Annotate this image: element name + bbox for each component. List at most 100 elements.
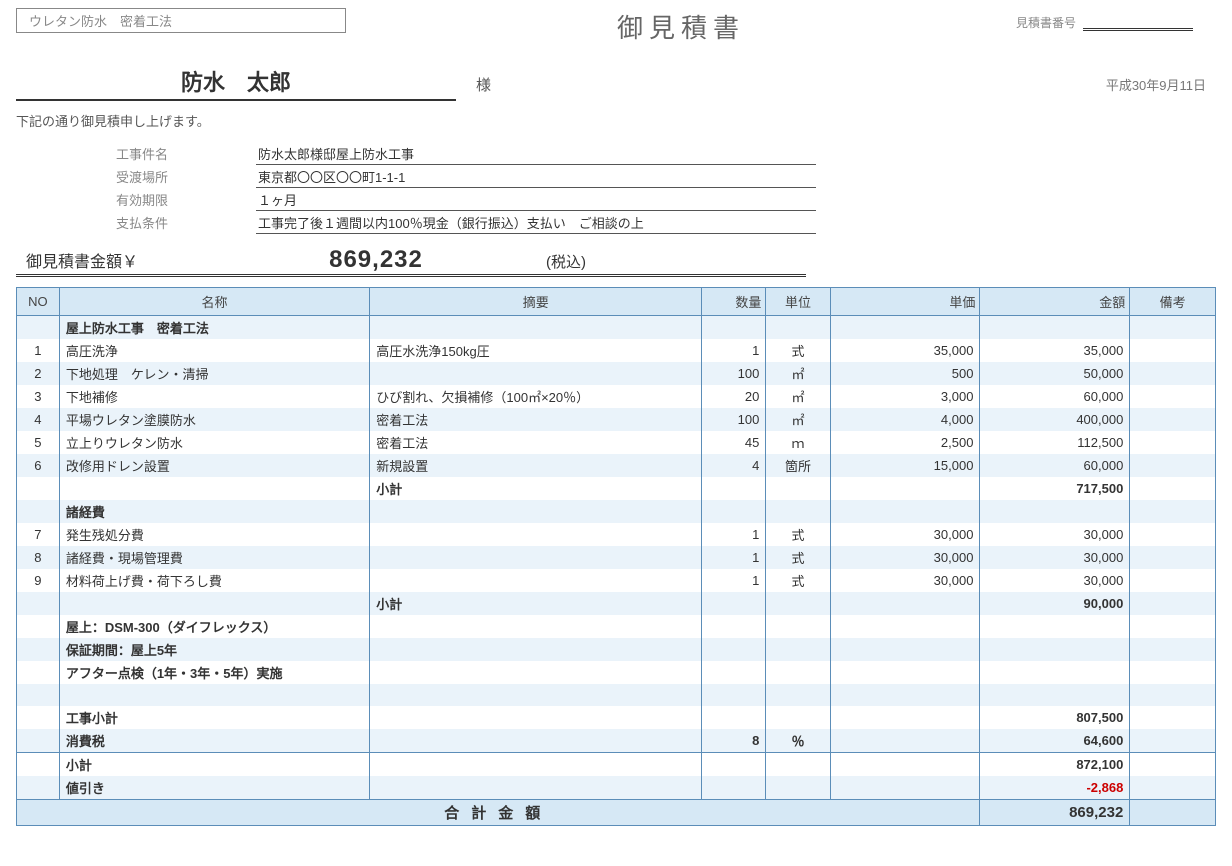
cell-uprice: 35,000 [830,339,980,362]
cell-uprice: 3,000 [830,385,980,408]
cell-unit [766,477,830,500]
cell-unit: ％ [766,729,830,753]
cell-unit [766,615,830,638]
col-desc: 摘要 [370,288,702,316]
cell-qty: 45 [702,431,766,454]
cell-amount: 35,000 [980,339,1130,362]
col-no: NO [17,288,60,316]
cell-uprice [830,615,980,638]
cell-no [17,500,60,523]
cell-amount: 807,500 [980,706,1130,729]
cell-uprice [830,776,980,800]
cell-desc [370,362,702,385]
cell-qty [702,661,766,684]
validity-label: 有効期限 [116,190,256,209]
quote-number-line [1083,28,1193,31]
amount-value: 869,232 [266,246,486,274]
cell-note [1130,661,1216,684]
table-row: 諸経費 [17,500,1216,523]
cell-qty [702,615,766,638]
cell-uprice [830,638,980,661]
cell-amount: 717,500 [980,477,1130,500]
col-amount: 金額 [980,288,1130,316]
cell-note [1130,638,1216,661]
cell-note [1130,523,1216,546]
cell-desc [370,729,702,753]
table-row: 工事小計 807,500 [17,706,1216,729]
cell-amount: 400,000 [980,408,1130,431]
cell-amount [980,500,1130,523]
cell-qty [702,776,766,800]
total-value: 869,232 [980,800,1130,826]
location-value: 東京都〇〇区〇〇町1-1-1 [256,167,816,188]
cell-note [1130,753,1216,777]
cell-qty [702,684,766,706]
cell-name: 屋上防水工事 密着工法 [59,316,369,340]
table-row: 2下地処理 ケレン・清掃100㎡50050,000 [17,362,1216,385]
cell-desc: 密着工法 [370,431,702,454]
cell-name: 高圧洗浄 [59,339,369,362]
cell-desc [370,638,702,661]
cell-name: 消費税 [59,729,369,753]
cell-amount [980,661,1130,684]
cell-no: 3 [17,385,60,408]
cell-unit [766,706,830,729]
cell-amount [980,638,1130,661]
cell-no [17,753,60,777]
cell-desc [370,706,702,729]
total-row: 合計金額869,232 [17,800,1216,826]
cell-name: 工事小計 [59,706,369,729]
cell-unit: 式 [766,523,830,546]
cell-amount: 30,000 [980,523,1130,546]
cell-uprice: 500 [830,362,980,385]
project-value: 防水太郎様邸屋上防水工事 [256,144,816,165]
cell-unit [766,753,830,777]
cell-note [1130,408,1216,431]
cell-qty [702,638,766,661]
issue-date: 平成30年9月11日 [1106,75,1216,94]
total-label: 合計金額 [17,800,980,826]
cell-uprice [830,729,980,753]
table-header-row: NO 名称 摘要 数量 単位 単価 金額 備考 [17,288,1216,316]
payment-label: 支払条件 [116,213,256,232]
cell-note [1130,706,1216,729]
cell-amount: 30,000 [980,546,1130,569]
cell-amount: 64,600 [980,729,1130,753]
info-block: 工事件名 防水太郎様邸屋上防水工事 受渡場所 東京都〇〇区〇〇町1-1-1 有効… [116,144,1216,234]
col-uprice: 単価 [830,288,980,316]
cell-desc [370,684,702,706]
cell-desc [370,523,702,546]
cell-desc [370,661,702,684]
cell-amount: 872,100 [980,753,1130,777]
cell-name: 下地処理 ケレン・清掃 [59,362,369,385]
cell-unit [766,316,830,340]
cell-note [1130,477,1216,500]
cell-name: 発生残処分費 [59,523,369,546]
cell-unit [766,592,830,615]
cell-no: 4 [17,408,60,431]
table-row: 9材料荷上げ費・荷下ろし費1式30,00030,000 [17,569,1216,592]
cell-desc [370,546,702,569]
cell-uprice [830,661,980,684]
table-row: 小計872,100 [17,753,1216,777]
table-row: 屋上防水工事 密着工法 [17,316,1216,340]
cell-note [1130,385,1216,408]
cell-name: 諸経費・現場管理費 [59,546,369,569]
cell-desc [370,776,702,800]
cell-qty [702,753,766,777]
cell-unit: ｍ [766,431,830,454]
cell-uprice: 30,000 [830,546,980,569]
cell-uprice [830,316,980,340]
col-note: 備考 [1130,288,1216,316]
cell-unit: ㎡ [766,362,830,385]
cell-name: 値引き [59,776,369,800]
cell-no [17,615,60,638]
cell-note [1130,615,1216,638]
col-name: 名称 [59,288,369,316]
cell-qty [702,706,766,729]
cell-qty: 1 [702,339,766,362]
cell-amount: 60,000 [980,454,1130,477]
cell-no: 1 [17,339,60,362]
cell-desc [370,615,702,638]
items-table: NO 名称 摘要 数量 単位 単価 金額 備考 屋上防水工事 密着工法1高圧洗浄… [16,287,1216,826]
